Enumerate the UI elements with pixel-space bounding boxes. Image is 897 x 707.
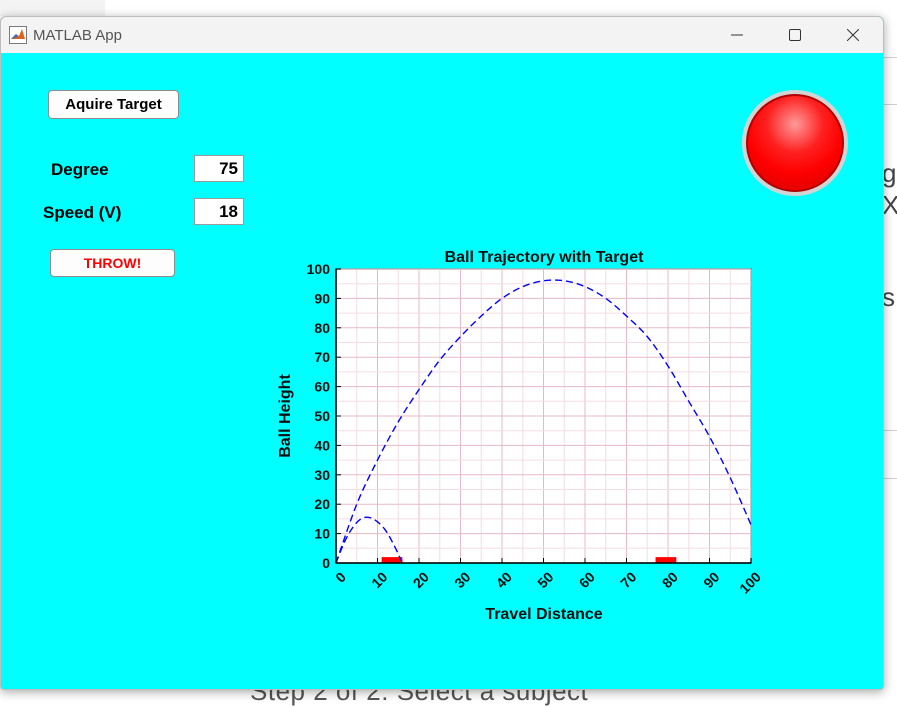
close-icon	[847, 29, 859, 41]
throw-button[interactable]: THROW!	[50, 249, 175, 277]
background-topbar	[0, 0, 105, 16]
title-bar[interactable]: MATLAB App	[1, 17, 883, 53]
target-marker	[655, 557, 677, 563]
y-tick-label: 20	[314, 496, 330, 512]
x-tick-label: 100	[736, 569, 764, 597]
trajectory-chart: Ball Trajectory with Target 0 10 20 30 40 50 6…	[277, 249, 764, 623]
y-tick-label: 90	[314, 290, 330, 306]
matlab-icon	[9, 26, 27, 44]
close-button[interactable]	[824, 17, 882, 53]
y-tick-label: 0	[322, 555, 330, 571]
x-tick-label: 30	[451, 569, 473, 591]
x-tick-label: 10	[368, 569, 390, 591]
acquire-target-button[interactable]: Aquire Target	[48, 90, 179, 119]
x-tick-label: 70	[617, 569, 639, 591]
x-tick-label: 40	[493, 569, 515, 591]
y-axis-label: Ball Height	[277, 374, 294, 458]
background-text: ge	[882, 158, 897, 188]
speed-field[interactable]: 18	[194, 198, 244, 225]
window-title: MATLAB App	[33, 27, 122, 44]
minimize-button[interactable]	[708, 17, 766, 53]
degree-field[interactable]: 75	[194, 155, 244, 182]
y-tick-label: 50	[314, 408, 330, 424]
y-tick-label: 30	[314, 467, 330, 483]
app-content: Aquire Target Degree 75 Speed (V) 18 THR…	[1, 53, 883, 689]
maximize-button[interactable]	[766, 17, 824, 53]
x-tick-label: 80	[659, 569, 681, 591]
background-text: X_	[882, 190, 897, 220]
grid-lines	[335, 268, 752, 564]
y-tick-label: 100	[307, 261, 331, 277]
matlab-app-window: MATLAB App Aquire Target Degree 75 Speed…	[0, 16, 884, 690]
x-axis-label: Travel Distance	[485, 606, 603, 623]
background-text: s	[882, 282, 895, 312]
y-tick-label: 80	[314, 320, 330, 336]
x-tick-label: 0	[332, 569, 349, 586]
maximize-icon	[789, 29, 801, 41]
lamp-light	[746, 94, 844, 192]
x-tick-label: 90	[700, 569, 722, 591]
x-tick-label: 20	[410, 569, 432, 591]
x-tick-label: 60	[576, 569, 598, 591]
x-tick-label: 50	[534, 569, 556, 591]
status-lamp	[742, 90, 848, 196]
y-tick-label: 60	[314, 379, 330, 395]
x-tick-labels: 0 10 20 30 40 50 60 70 80 90 100	[332, 558, 764, 597]
minimize-icon	[731, 34, 743, 36]
y-tick-label: 10	[314, 526, 330, 542]
target-marker	[381, 557, 403, 563]
y-tick-label: 40	[314, 437, 330, 453]
chart-title: Ball Trajectory with Target	[445, 249, 645, 266]
speed-label: Speed (V)	[43, 203, 122, 222]
y-tick-label: 70	[314, 349, 330, 365]
degree-label: Degree	[51, 160, 109, 179]
